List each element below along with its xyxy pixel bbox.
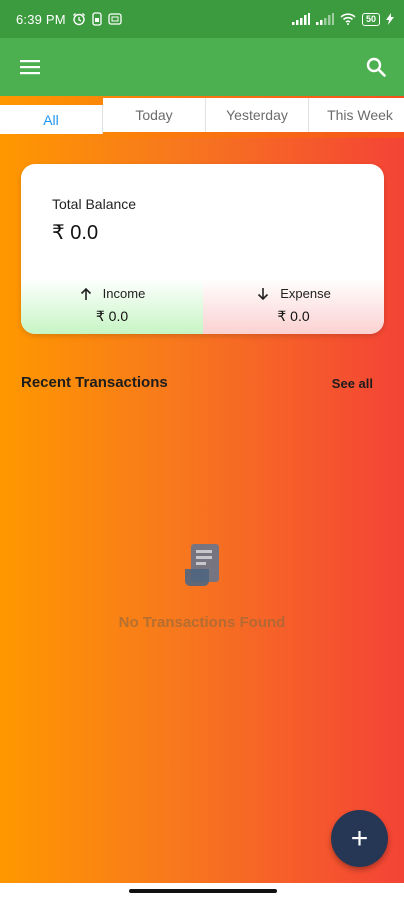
arrow-up-icon <box>80 287 91 300</box>
expense-panel: Expense ₹ 0.0 <box>203 278 384 334</box>
tab-label: Yesterday <box>226 107 288 123</box>
empty-state-text: No Transactions Found <box>118 614 286 631</box>
balance-card: Total Balance ₹ 0.0 Income ₹ 0.0 Expense… <box>21 164 384 334</box>
main-content: Total Balance ₹ 0.0 Income ₹ 0.0 Expense… <box>0 138 404 883</box>
alarm-icon <box>72 13 85 26</box>
status-bar: 6:39 PM 50 <box>0 0 404 38</box>
status-time: 6:39 PM <box>16 11 66 27</box>
period-tabs: All Today Yesterday This Week <box>0 96 404 134</box>
tab-all[interactable]: All <box>0 105 103 134</box>
tab-label: All <box>43 111 59 128</box>
hamburger-menu-icon[interactable] <box>18 55 42 79</box>
home-indicator[interactable] <box>129 889 277 893</box>
navigation-bar <box>0 883 404 900</box>
status-left-icons <box>72 12 122 26</box>
signal-icon <box>315 13 334 25</box>
wifi-icon <box>340 13 356 25</box>
charging-icon <box>386 13 394 25</box>
income-value: ₹ 0.0 <box>95 308 129 324</box>
income-label: Income <box>102 286 146 301</box>
tab-today[interactable]: Today <box>103 98 206 132</box>
signal-icon <box>291 13 310 25</box>
tab-this-week[interactable]: This Week <box>309 98 404 132</box>
screenshot-icon <box>108 13 122 25</box>
arrow-down-icon <box>258 287 269 300</box>
battery-icon: 50 <box>361 12 380 26</box>
search-icon[interactable] <box>364 55 388 79</box>
add-transaction-button[interactable]: + <box>331 810 388 867</box>
see-all-link[interactable]: See all <box>332 376 373 391</box>
income-label-row: Income <box>21 286 203 301</box>
income-panel: Income ₹ 0.0 <box>21 278 203 334</box>
expense-label: Expense <box>280 286 331 301</box>
plus-icon: + <box>350 821 369 855</box>
tab-yesterday[interactable]: Yesterday <box>206 98 309 132</box>
expense-value: ₹ 0.0 <box>277 308 310 324</box>
tab-strip: All Today Yesterday This Week <box>0 96 404 138</box>
balance-title: Total Balance <box>52 196 137 212</box>
tab-label: This Week <box>327 107 393 123</box>
recent-transactions-title: Recent Transactions <box>21 374 168 391</box>
sim-icon <box>92 12 102 26</box>
expense-label-row: Expense <box>203 286 384 301</box>
tab-label: Today <box>135 107 173 123</box>
status-right-icons: 50 <box>291 12 394 26</box>
receipt-icon <box>183 543 223 592</box>
balance-amount: ₹ 0.0 <box>52 222 99 244</box>
app-bar <box>0 38 404 96</box>
